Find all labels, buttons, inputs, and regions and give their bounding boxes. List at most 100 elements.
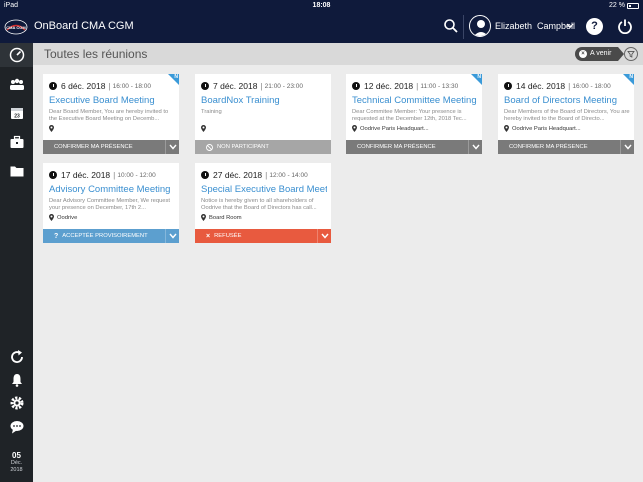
meeting-description: Training (201, 109, 222, 115)
new-badge-letter: N (629, 74, 633, 80)
sidebar-item-calendar[interactable]: 23 (0, 101, 33, 125)
meeting-title[interactable]: Special Executive Board Meeting (201, 184, 327, 195)
settings-icon (10, 396, 23, 410)
meeting-card[interactable]: 7 déc. 2018 | 21:00 - 23:00 BoardNox Tra… (195, 74, 331, 154)
meeting-date-row: 7 déc. 2018 | 21:00 - 23:00 (201, 81, 303, 91)
meeting-card[interactable]: 17 déc. 2018 | 10:00 - 12:00 Advisory Co… (43, 163, 179, 243)
rsvp-label: REFUSÉE (214, 233, 242, 239)
meeting-title[interactable]: BoardNox Training (201, 95, 327, 106)
page-header: Toutes les réunions × A venir (33, 43, 643, 65)
meeting-date: 27 déc. 2018 (213, 170, 263, 180)
meeting-card[interactable]: N 12 déc. 2018 | 11:00 - 13:30 Technical… (346, 74, 482, 154)
chevron-down-icon[interactable] (317, 229, 331, 243)
clock-icon (49, 82, 57, 90)
rsvp-label: NON PARTICIPANT (217, 144, 269, 150)
meeting-location-text: Oodrive Paris Headquart... (360, 125, 429, 132)
filter-chip-label: A venir (590, 50, 612, 57)
bell-icon (11, 374, 22, 387)
meeting-date: 7 déc. 2018 (213, 81, 258, 91)
meeting-date-row: 17 déc. 2018 | 10:00 - 12:00 (49, 170, 156, 180)
battery-percent: 22 % (609, 2, 625, 9)
sidebar-item-chat[interactable] (0, 415, 33, 439)
clock-text: 18:08 (312, 2, 331, 9)
chevron-down-icon[interactable] (468, 140, 482, 154)
meeting-date: 17 déc. 2018 (61, 170, 111, 180)
meeting-description: Dear Members of the Board of Directors, … (504, 109, 630, 122)
sync-icon (10, 350, 23, 363)
meeting-title[interactable]: Board of Directors Meeting (504, 95, 630, 106)
meeting-date: 12 déc. 2018 (364, 81, 414, 91)
clock-icon (201, 82, 209, 90)
sidebar-current-date: 05 Déc. 2018 (0, 451, 33, 474)
blocked-icon (206, 143, 213, 151)
search-icon[interactable] (443, 18, 459, 34)
question-icon: ? (54, 232, 59, 240)
meeting-title[interactable]: Executive Board Meeting (49, 95, 175, 106)
meeting-time: 16:00 - 18:00 (112, 82, 151, 90)
battery-icon (627, 2, 639, 9)
help-button[interactable]: ? (586, 18, 603, 35)
sidebar-item-notifications[interactable] (0, 368, 33, 392)
chevron-down-icon[interactable] (165, 140, 179, 154)
meeting-location: Oodrive Paris Headquart... (504, 125, 581, 132)
meeting-time: 11:00 - 13:30 (420, 82, 459, 90)
avatar[interactable] (469, 15, 491, 37)
app-header: CMA CGM OnBoard CMA CGM Elizabeth Campbe… (0, 11, 643, 43)
rsvp-action-bar[interactable]: ? ACCEPTÉE PROVISOIREMENT (43, 229, 179, 243)
rsvp-action-bar[interactable]: NON PARTICIPANT (195, 140, 331, 154)
battery-indicator: 22 % (609, 0, 639, 11)
meeting-location-text: Oodrive Paris Headquart... (512, 125, 581, 132)
location-pin-icon (49, 125, 54, 132)
chevron-down-icon[interactable] (165, 229, 179, 243)
close-icon: × (206, 232, 211, 240)
main-content: Toutes les réunions × A venir N 6 déc. 2… (33, 43, 643, 482)
clock-icon (201, 171, 209, 179)
meeting-date-row: 27 déc. 2018 | 12:00 - 14:00 (201, 170, 308, 180)
rsvp-action-bar[interactable]: × REFUSÉE (195, 229, 331, 243)
close-icon[interactable]: × (579, 50, 587, 58)
user-avatar-icon (473, 20, 489, 36)
filter-icon[interactable] (624, 47, 638, 61)
user-name[interactable]: Elizabeth Campbell (495, 21, 575, 31)
status-bar: iPad 18:08 22 % (0, 0, 643, 11)
meeting-date: 14 déc. 2018 (516, 81, 566, 91)
power-icon[interactable] (617, 18, 633, 34)
location-pin-icon (201, 214, 206, 221)
meeting-title[interactable]: Advisory Committee Meeting (49, 184, 175, 195)
meeting-description: Dear Commitee Member: Your presence is r… (352, 109, 467, 122)
current-day: 05 (12, 451, 21, 460)
people-icon (9, 78, 24, 90)
meeting-card[interactable]: N 6 déc. 2018 | 16:00 - 18:00 Executive … (43, 74, 179, 154)
new-badge-letter: N (174, 74, 178, 80)
sidebar-item-people[interactable] (0, 72, 33, 96)
location-pin-icon (49, 214, 54, 221)
meeting-location (49, 125, 57, 132)
chevron-down-icon[interactable] (566, 23, 574, 29)
meeting-title[interactable]: Technical Committee Meeting (352, 95, 478, 106)
rsvp-action-bar[interactable]: CONFIRMER MA PRÉSENCE (346, 140, 482, 154)
sidebar-item-settings[interactable] (0, 391, 33, 415)
meeting-location: Oodrive Paris Headquart... (352, 125, 429, 132)
sidebar-item-briefcase[interactable] (0, 130, 33, 154)
sidebar-item-sync[interactable] (0, 345, 33, 369)
sidebar-item-documents[interactable] (0, 159, 33, 183)
rsvp-label: CONFIRMER MA PRÉSENCE (54, 144, 133, 150)
rsvp-action-bar[interactable]: CONFIRMER MA PRÉSENCE (43, 140, 179, 154)
rsvp-label: CONFIRMER MA PRÉSENCE (357, 144, 436, 150)
meeting-time: 10:00 - 12:00 (117, 171, 156, 179)
meeting-card[interactable]: 27 déc. 2018 | 12:00 - 14:00 Special Exe… (195, 163, 331, 243)
header-divider (463, 15, 464, 39)
meeting-card[interactable]: N 14 déc. 2018 | 16:00 - 18:00 Board of … (498, 74, 634, 154)
meeting-location-text: Oodrive (57, 214, 78, 221)
filter-chip-upcoming[interactable]: × A venir (575, 47, 625, 61)
sidebar-item-dashboard[interactable] (0, 43, 33, 67)
rsvp-action-bar[interactable]: CONFIRMER MA PRÉSENCE (498, 140, 634, 154)
meeting-location (201, 125, 209, 132)
clock-icon (352, 82, 360, 90)
meeting-time: 21:00 - 23:00 (264, 82, 303, 90)
chevron-down-icon[interactable] (620, 140, 634, 154)
cma-cgm-logo: CMA CGM (4, 19, 28, 35)
meeting-time: 16:00 - 18:00 (572, 82, 611, 90)
clock-icon (504, 82, 512, 90)
folder-icon (10, 166, 23, 177)
